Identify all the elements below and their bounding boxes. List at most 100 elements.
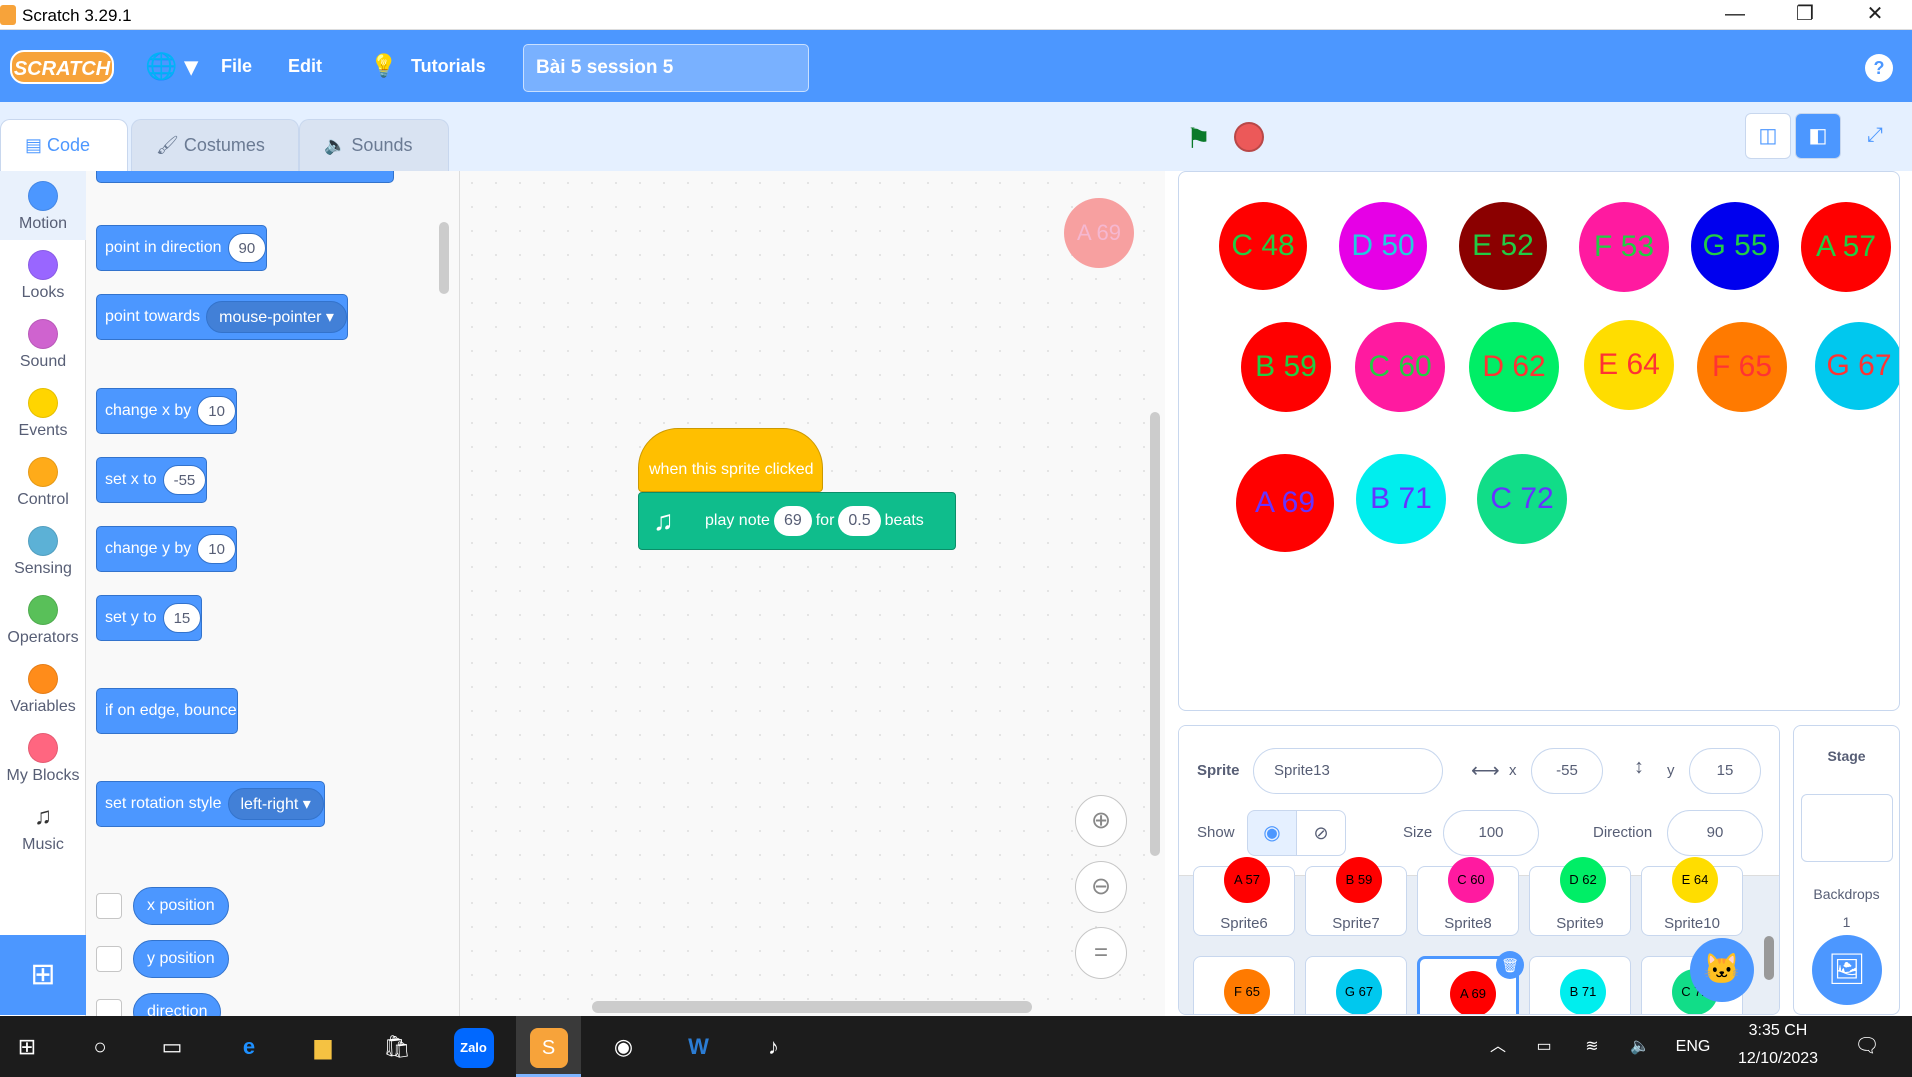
block-play-note[interactable]: ♫ play note 69 for 0.5 beats [638, 492, 956, 550]
stage-sprite-d-62[interactable]: D 62 [1469, 322, 1559, 412]
block-partial-top[interactable] [96, 171, 394, 183]
scratch-logo[interactable]: SCRATCH [10, 50, 114, 84]
tiktok-icon[interactable]: ♪ [741, 1016, 806, 1077]
stage-sprite-a-69[interactable]: A 69 [1236, 454, 1334, 552]
category-motion[interactable]: Motion [0, 171, 86, 240]
search-icon[interactable]: ○ [70, 1016, 130, 1077]
sprite-card[interactable]: A 57 Sprite6 [1193, 857, 1295, 936]
store-icon[interactable]: 🛍 [367, 1016, 427, 1077]
category-my-blocks[interactable]: My Blocks [0, 723, 86, 792]
notification-icon[interactable]: 🗨 [1842, 1016, 1892, 1077]
help-icon[interactable]: ? [1865, 54, 1893, 82]
category-music[interactable]: ♫ Music [0, 792, 86, 861]
project-title-input[interactable]: Bài 5 session 5 [523, 44, 809, 92]
category-sensing[interactable]: Sensing [0, 516, 86, 585]
block-change-x[interactable]: change x by 10 [96, 388, 237, 434]
reporter-x-position[interactable]: x position [133, 887, 229, 925]
stage-sprite-e-64[interactable]: E 64 [1584, 320, 1674, 410]
beats-input[interactable]: 0.5 [838, 505, 881, 536]
file-menu[interactable]: File [221, 30, 252, 102]
small-stage-icon[interactable]: ◫ [1745, 113, 1791, 159]
rotation-dropdown[interactable]: left-right ▾ [227, 787, 324, 820]
sprite-list-scrollbar[interactable] [1764, 936, 1774, 980]
script-vertical-scrollbar[interactable] [1150, 412, 1160, 856]
change-x-input[interactable]: 10 [197, 395, 236, 426]
category-control[interactable]: Control [0, 447, 86, 516]
sprite-card[interactable]: A 69 🗑 [1417, 951, 1524, 1014]
sprite-card[interactable]: F 65 [1193, 956, 1295, 1014]
wifi-icon[interactable]: ≋ [1572, 1016, 1612, 1077]
chrome-icon[interactable]: ◉ [591, 1016, 656, 1077]
chevron-up-icon[interactable]: ︿ [1478, 1016, 1518, 1077]
direction-input[interactable]: 90 [227, 232, 267, 263]
block-set-x[interactable]: set x to -55 [96, 457, 208, 503]
language-indicator[interactable]: ENG [1668, 1016, 1718, 1077]
sprite-card[interactable]: G 67 [1305, 956, 1407, 1014]
stage-sprite-b-71[interactable]: B 71 [1356, 454, 1446, 544]
script-area[interactable] [460, 171, 1165, 1016]
reporter-y-position[interactable]: y position [133, 940, 229, 978]
stage-sprite-c-72[interactable]: C 72 [1477, 454, 1567, 544]
stage-sprite-g-67[interactable]: G 67 [1815, 322, 1899, 410]
tab-code[interactable]: ▤ Code [0, 119, 128, 172]
add-extension-button[interactable]: ⊞ [0, 935, 86, 1015]
normal-stage-icon[interactable]: ◧ [1795, 113, 1841, 159]
battery-icon[interactable]: ▭ [1524, 1016, 1564, 1077]
zoom-out-icon[interactable]: ⊖ [1075, 861, 1127, 913]
sprite-card[interactable]: B 71 [1529, 956, 1631, 1014]
zoom-in-icon[interactable]: ⊕ [1075, 795, 1127, 847]
stage-sprite-c-48[interactable]: C 48 [1219, 202, 1307, 290]
clock-time[interactable]: 3:35 CH [1728, 1022, 1828, 1040]
stage-sprite-e-52[interactable]: E 52 [1459, 202, 1547, 290]
stage-sprite-a-57[interactable]: A 57 [1801, 202, 1891, 292]
size-input[interactable]: 100 [1443, 810, 1539, 856]
checkbox-y-position[interactable] [96, 946, 122, 972]
stage-sprite-f-53[interactable]: F 53 [1579, 202, 1669, 292]
script-horizontal-scrollbar[interactable] [592, 1001, 1032, 1013]
tab-costumes[interactable]: 🖌 Costumes [131, 119, 299, 171]
checkbox-direction[interactable] [96, 999, 122, 1016]
note-input[interactable]: 69 [773, 505, 812, 536]
block-set-rotation-style[interactable]: set rotation style left-right ▾ [96, 781, 325, 827]
block-point-towards[interactable]: point towards mouse-pointer ▾ [96, 294, 348, 340]
direction-input[interactable]: 90 [1667, 810, 1763, 856]
category-operators[interactable]: Operators [0, 585, 86, 654]
add-sprite-button[interactable]: 🐱 [1690, 938, 1754, 1002]
block-when-sprite-clicked[interactable]: when this sprite clicked [638, 428, 823, 492]
change-y-input[interactable]: 10 [197, 533, 236, 564]
stage-sprite-c-60[interactable]: C 60 [1355, 322, 1445, 412]
fullscreen-icon[interactable]: ⤢ [1852, 113, 1898, 159]
stage-sprite-d-50[interactable]: D 50 [1339, 202, 1427, 290]
sprite-card[interactable]: E 64 Sprite10 [1641, 857, 1743, 936]
set-y-input[interactable]: 15 [162, 602, 202, 633]
x-input[interactable]: -55 [1531, 748, 1603, 794]
stage-sprite-g-55[interactable]: G 55 [1691, 202, 1779, 290]
sprite-card[interactable]: B 59 Sprite7 [1305, 857, 1407, 936]
zoom-reset-icon[interactable]: = [1075, 927, 1127, 979]
stage-thumbnail[interactable] [1801, 794, 1893, 862]
minimize-icon[interactable]: — [1705, 0, 1765, 30]
set-x-input[interactable]: -55 [162, 464, 207, 495]
checkbox-x-position[interactable] [96, 893, 122, 919]
stage-sprite-f-65[interactable]: F 65 [1697, 322, 1787, 412]
clock-date[interactable]: 12/10/2023 [1728, 1050, 1828, 1068]
green-flag-icon[interactable]: ⚑ [1186, 122, 1211, 155]
zalo-icon[interactable]: Zalo [441, 1016, 506, 1077]
stage[interactable]: C 48 D 50 E 52 F 53 G 55 A 57 B 59 C 60 D 62 E 64… [1178, 171, 1900, 711]
delete-sprite-icon[interactable]: 🗑 [1496, 951, 1524, 979]
category-sound[interactable]: Sound [0, 309, 86, 378]
stage-sprite-b-59[interactable]: B 59 [1241, 322, 1331, 412]
file-explorer-icon[interactable]: ▆ [293, 1016, 353, 1077]
reporter-direction[interactable]: direction [133, 993, 222, 1016]
volume-icon[interactable]: 🔈 [1620, 1016, 1660, 1077]
block-bounce[interactable]: if on edge, bounce [96, 688, 238, 734]
sprite-card[interactable]: D 62 Sprite9 [1529, 857, 1631, 936]
show-visible-icon[interactable]: ◉ [1247, 810, 1297, 856]
windows-start-icon[interactable]: ⊞ [0, 1016, 54, 1077]
add-backdrop-button[interactable]: 🖼 [1812, 935, 1882, 1005]
towards-dropdown[interactable]: mouse-pointer ▾ [206, 300, 347, 333]
tutorials-button[interactable]: Tutorials [411, 30, 486, 102]
palette-scrollbar[interactable] [439, 222, 449, 294]
category-variables[interactable]: Variables [0, 654, 86, 723]
sprite-card[interactable]: C 60 Sprite8 [1417, 857, 1519, 936]
